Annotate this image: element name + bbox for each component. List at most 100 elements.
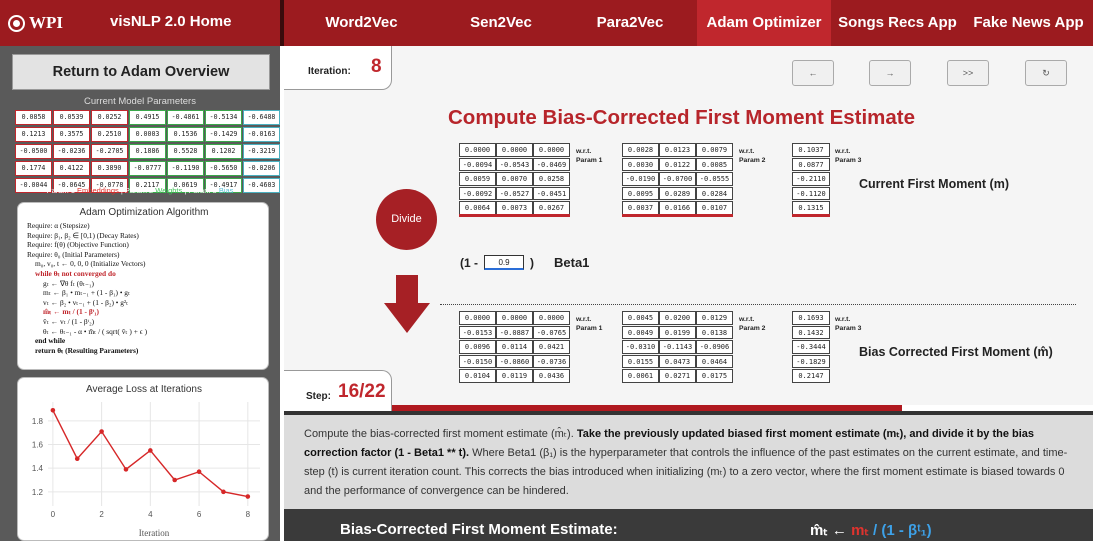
table-cell: 0.0000 <box>496 311 533 325</box>
nav-word2vec[interactable]: Word2Vec <box>284 0 439 46</box>
table-cell: -0.0736 <box>533 354 570 368</box>
mhat-param2-table: 0.0045 0.0200 0.0129 0.0049 0.0199 0.0138 -0.0… <box>622 311 733 384</box>
table-row: -0.2110 <box>792 172 830 187</box>
param2-label: Param 2 <box>739 325 766 332</box>
param-cell: 0.0539 <box>53 110 90 125</box>
y-tick-label: 1.4 <box>32 464 44 473</box>
param-cell: -0.2705 <box>91 144 128 159</box>
legend-sep1: | Param 2 <box>118 186 156 195</box>
table-cell: 0.0267 <box>533 201 570 215</box>
table-cell: 0.0114 <box>496 340 533 354</box>
beta-prefix: (1 - <box>460 255 478 270</box>
m-param1-wrt: w.r.t. Param 1 <box>576 147 602 165</box>
table-cell: 0.1432 <box>792 325 830 339</box>
table-cell: -0.0451 <box>533 186 570 200</box>
algorithm-line: while θₜ not converged do <box>35 268 116 278</box>
loss-point <box>148 448 153 453</box>
table-row: 0.0877 <box>792 157 830 173</box>
mhat-param1-table: 0.0000 0.0000 0.0000 -0.0153 -0.0887 -0.0765 0… <box>459 311 570 384</box>
logo-text: WPI <box>29 13 63 32</box>
current-moment-label: Current First Moment (m) <box>859 177 1009 191</box>
nav-para2vec[interactable]: Para2Vec <box>563 0 697 46</box>
table-cell: -0.1120 <box>792 186 830 200</box>
iteration-tab: Iteration: 8 <box>284 46 392 90</box>
table-cell: 0.0064 <box>459 201 496 215</box>
desc-part1: Compute the bias-corrected first moment … <box>304 428 577 440</box>
table-cell: 0.0155 <box>622 354 659 368</box>
x-tick-label: 6 <box>197 510 202 519</box>
algorithm-line: vₜ ← β₂ • vₜ₋₁ + (1 - β₂) • g²ₜ <box>43 297 129 307</box>
param-grid: 0.0858 0.0539 0.0252 0.4915 -0.4861 -0.5134 -0… <box>15 110 281 195</box>
corrected-moment-label: Bias Corrected First Moment (m̂) <box>859 345 1053 359</box>
param-cell: 0.0252 <box>91 110 128 125</box>
m-param1-underline <box>459 214 570 217</box>
beta1-input[interactable]: 0.9 <box>484 255 524 270</box>
x-tick-label: 4 <box>148 510 153 519</box>
loss-point <box>245 494 251 499</box>
divide-badge: Divide <box>376 189 437 250</box>
table-cell: 0.0000 <box>459 143 496 157</box>
loss-title: Average Loss at Iterations <box>86 384 202 395</box>
table-cell: 0.0123 <box>659 143 696 157</box>
algorithm-line: gₜ ← ∇θ fₜ (θₜ₋₁) <box>43 278 94 288</box>
table-row: 0.1432 <box>792 325 830 341</box>
table-cell: 0.0122 <box>659 157 696 171</box>
next-step-button[interactable]: → <box>869 60 911 86</box>
nav-adam-optimizer[interactable]: Adam Optimizer <box>697 0 831 46</box>
reset-button[interactable]: ↻ <box>1025 60 1067 86</box>
table-row: 0.0061 0.0271 0.0175 <box>622 369 733 384</box>
nav-fake-news-app[interactable]: Fake News App <box>964 0 1093 46</box>
mhat-param3-wrt: w.r.t. Param 3 <box>835 315 861 333</box>
table-cell: 0.0000 <box>533 311 570 325</box>
iteration-label: Iteration: <box>308 66 351 77</box>
table-cell: 0.0119 <box>496 369 533 383</box>
param-cell: -0.6488 <box>243 110 280 125</box>
return-button[interactable]: Return to Adam Overview <box>12 54 270 90</box>
loss-panel: Average Loss at Iterations 1.2 1.4 1.6 1.8 0… <box>17 377 269 541</box>
table-cell: 0.0061 <box>622 369 659 383</box>
m-param2-wrt: w.r.t. Param 2 <box>739 147 765 165</box>
param-cell: -0.5650 <box>205 161 242 176</box>
param-cell: 0.1886 <box>129 144 166 159</box>
table-cell: 0.0030 <box>622 157 659 171</box>
nav-songs-recs-app[interactable]: Songs Recs App <box>831 0 964 46</box>
x-axis-label: Iteration <box>139 528 170 538</box>
table-cell: 0.0436 <box>533 369 570 383</box>
legend-weights: Weights <box>155 186 183 195</box>
legend-embeddings: Embeddings <box>77 186 119 195</box>
table-cell: 0.0175 <box>696 369 733 383</box>
wrt-text: w.r.t. <box>739 316 755 323</box>
param-legend: Param 1 Embeddings | Param 2 Weights | P… <box>0 186 280 195</box>
skip-button[interactable]: >> <box>947 60 989 86</box>
table-cell: 0.0289 <box>659 186 696 200</box>
table-cell: -0.0310 <box>622 340 659 354</box>
beta-suffix: ) <box>530 255 534 270</box>
algorithm-line: end while <box>35 336 66 346</box>
prev-step-button[interactable]: ← <box>792 60 834 86</box>
table-cell: -0.0094 <box>459 157 496 171</box>
algorithm-lines: Require: α (Stepsize) Require: β₁, β₂ ∈ [… <box>27 221 147 355</box>
formula-expression: m̂ₜ ← mₜ / (1 - βᵗ₁) <box>810 521 932 539</box>
algorithm-line: Require: α (Stepsize) <box>27 221 90 230</box>
formula-mt: mₜ <box>851 522 869 539</box>
table-cell: 0.0138 <box>696 325 733 339</box>
wpi-logo[interactable]: WPI <box>8 13 63 33</box>
param-cell: -0.0236 <box>53 144 90 159</box>
sidebar: Return to Adam Overview Current Model Pa… <box>0 46 280 541</box>
table-cell: -0.0555 <box>696 172 733 186</box>
beta1-label: Beta1 <box>554 255 590 270</box>
param3-label: Param 3 <box>835 325 862 332</box>
table-cell: 0.0464 <box>696 354 733 368</box>
legend-sep2: | Param 3 <box>182 186 219 195</box>
nav-sen2vec[interactable]: Sen2Vec <box>439 0 563 46</box>
table-row: -0.1120 <box>792 186 830 202</box>
param1-label: Param 1 <box>576 157 603 164</box>
table-cell: 0.0037 <box>622 201 659 215</box>
home-link[interactable]: visNLP 2.0 Home <box>110 13 231 30</box>
step-description: Compute the bias-corrected first moment … <box>284 411 1093 509</box>
table-cell: 0.0000 <box>533 143 570 157</box>
param-cell: 0.0003 <box>129 127 166 142</box>
param-cell: 0.1213 <box>15 127 52 142</box>
y-tick-label: 1.8 <box>32 417 44 426</box>
table-cell: 0.0166 <box>659 201 696 215</box>
